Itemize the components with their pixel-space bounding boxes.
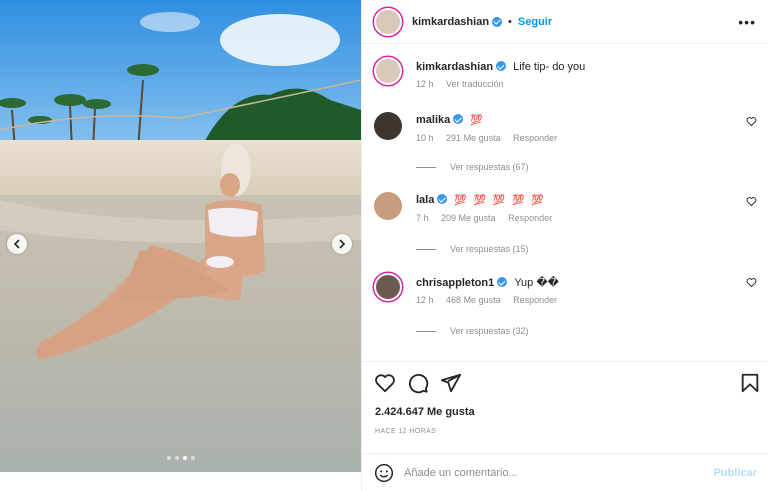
chevron-left-icon (13, 239, 20, 249)
comment-row: lala 💯 💯 💯 💯 💯 7 h 209 Me gusta Responde… (374, 192, 764, 223)
author-avatar[interactable] (374, 57, 402, 85)
post-header: kimkardashian • Seguir ••• (362, 0, 768, 44)
likes-count[interactable]: 2.424.647 Me gusta (375, 406, 475, 418)
commenter-avatar[interactable] (374, 192, 402, 220)
comment-input[interactable] (404, 466, 714, 479)
comment-username[interactable]: chrisappleton1 (416, 277, 494, 289)
reply-button[interactable]: Responder (513, 295, 557, 305)
beach-photo (0, 0, 361, 472)
comment-text: Yup �� (514, 277, 559, 289)
comment-username[interactable]: malika (416, 114, 450, 126)
follow-button[interactable]: Seguir (518, 16, 552, 28)
caption-text: Life tip- do you (513, 61, 586, 73)
view-replies-link[interactable]: Ver respuestas (15) (416, 244, 529, 254)
heart-icon[interactable] (746, 277, 757, 288)
commenter-avatar[interactable] (374, 273, 402, 301)
comment-time: 12 h (416, 295, 434, 305)
verified-icon (496, 61, 507, 71)
chevron-right-icon (339, 239, 346, 249)
comment-text: 💯 💯 💯 💯 💯 (454, 195, 546, 206)
heart-icon[interactable] (374, 372, 396, 394)
more-icon[interactable]: ••• (738, 14, 756, 30)
comment-username[interactable]: lala (416, 194, 434, 206)
verified-icon (492, 16, 503, 27)
reply-button[interactable]: Responder (513, 133, 557, 143)
emoji-icon[interactable] (374, 463, 394, 483)
post-photo (0, 0, 361, 472)
carousel-dot-active (182, 456, 187, 460)
post-side-panel: kimkardashian • Seguir ••• kimkardashian… (361, 0, 768, 491)
comment-time: 10 h (416, 133, 434, 143)
author-username[interactable]: kimkardashian (412, 16, 489, 28)
comment-likes[interactable]: 291 Me gusta (446, 133, 501, 143)
comment-composer: Publicar (362, 453, 768, 491)
carousel-next-button[interactable] (332, 234, 352, 254)
heart-icon[interactable] (746, 116, 757, 127)
carousel-dot (190, 456, 195, 460)
verified-icon (453, 114, 464, 124)
bookmark-icon[interactable] (739, 372, 761, 394)
commenter-avatar[interactable] (374, 112, 402, 140)
separator-dot: • (508, 15, 512, 28)
carousel-dot (166, 456, 171, 460)
caption-row: kimkardashian Life tip- do you 12 h Ver … (374, 57, 764, 89)
carousel-indicator (0, 456, 361, 460)
verified-icon (497, 277, 508, 287)
publish-button[interactable]: Publicar (714, 467, 757, 479)
carousel-dot (174, 456, 179, 460)
comment-likes[interactable]: 468 Me gusta (446, 295, 501, 305)
view-replies-link[interactable]: Ver respuestas (67) (416, 162, 529, 172)
comment-icon[interactable] (407, 372, 429, 394)
reply-button[interactable]: Responder (508, 213, 552, 223)
comments-list: kimkardashian Life tip- do you 12 h Ver … (362, 45, 768, 360)
post-actions: 2.424.647 Me gusta HACE 12 HORAS (362, 361, 768, 441)
post-modal: kimkardashian • Seguir ••• kimkardashian… (0, 0, 768, 491)
comment-row: chrisappleton1 Yup �� 12 h 468 Me gusta … (374, 273, 764, 305)
share-icon[interactable] (440, 372, 462, 394)
caption-time: 12 h (416, 79, 434, 89)
heart-icon[interactable] (746, 196, 757, 207)
verified-icon (437, 194, 448, 204)
comment-time: 7 h (416, 213, 429, 223)
caption-username[interactable]: kimkardashian (416, 61, 493, 73)
author-avatar[interactable] (374, 7, 402, 36)
comment-text: 💯 (470, 115, 485, 126)
comment-row: malika 💯 10 h 291 Me gusta Responder (374, 112, 764, 143)
view-replies-link[interactable]: Ver respuestas (32) (416, 326, 529, 336)
carousel-prev-button[interactable] (7, 234, 27, 254)
post-timestamp: HACE 12 HORAS (375, 428, 437, 435)
translate-link[interactable]: Ver traducción (446, 79, 504, 89)
comment-likes[interactable]: 209 Me gusta (441, 213, 496, 223)
